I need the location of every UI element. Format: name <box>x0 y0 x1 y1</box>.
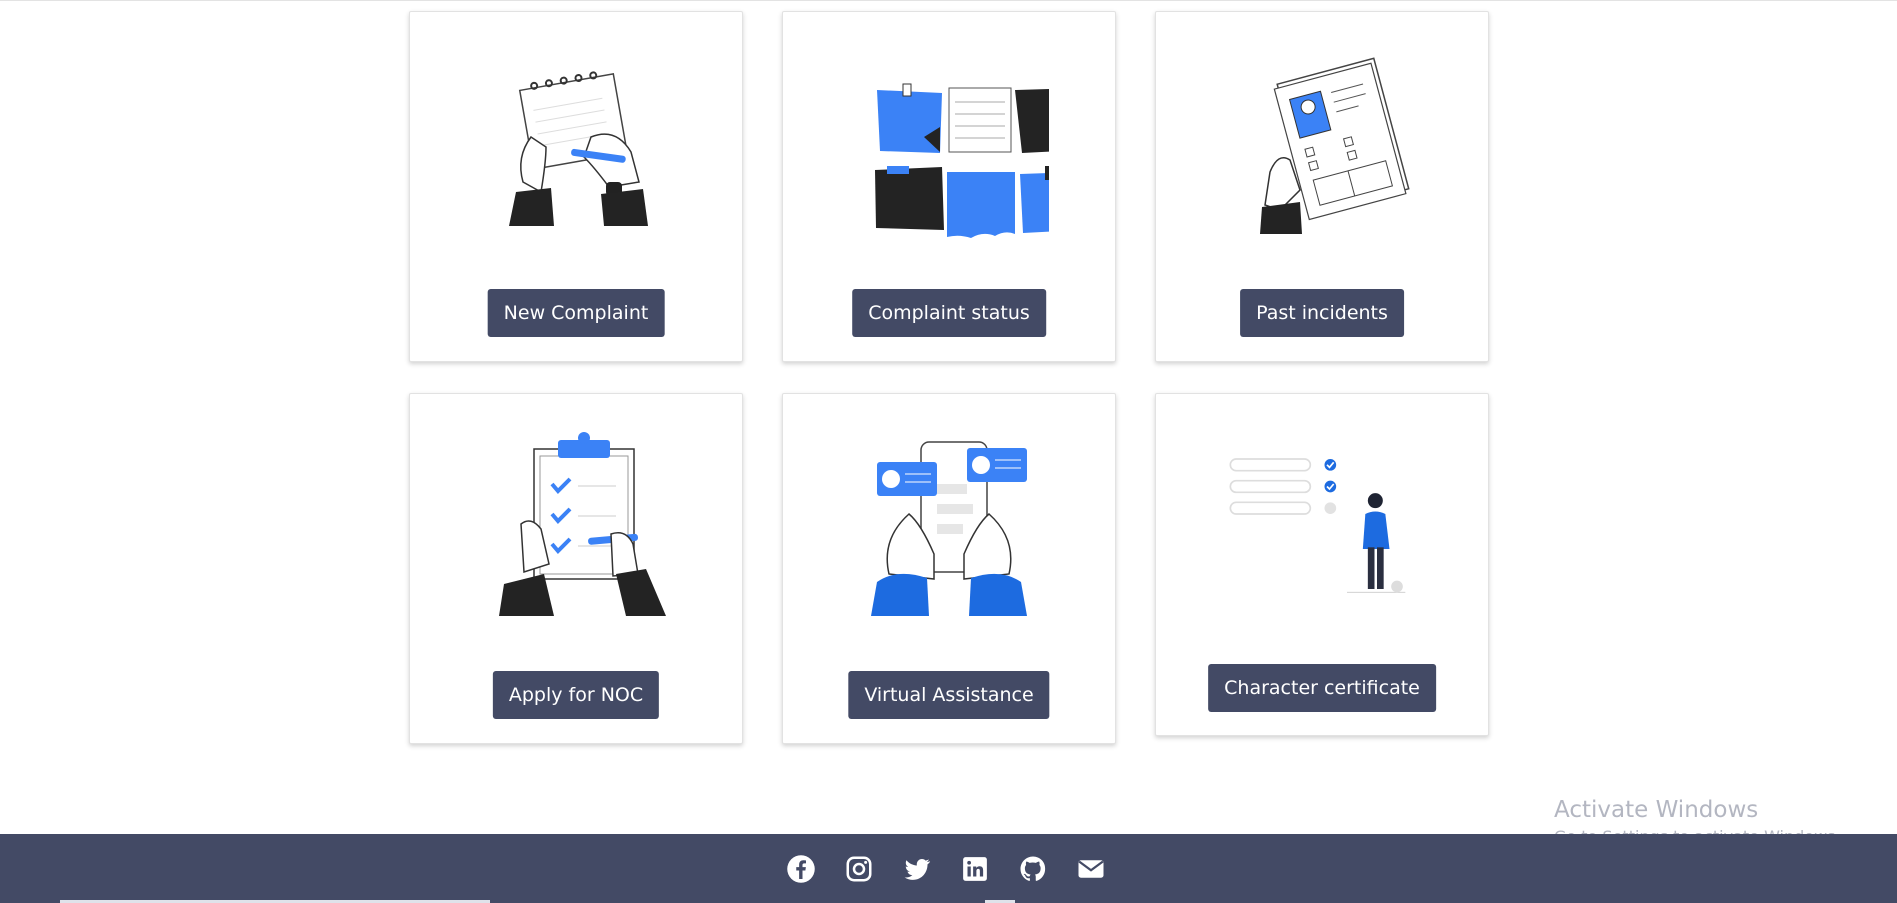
email-icon[interactable] <box>1074 852 1108 886</box>
watermark-title: Activate Windows <box>1554 797 1759 823</box>
top-divider <box>0 0 1897 1</box>
virtual-assistance-button[interactable]: Virtual Assistance <box>848 671 1050 719</box>
card-past-incidents: Past incidents <box>1155 11 1489 362</box>
card-new-complaint: New Complaint <box>409 11 743 362</box>
phone-chat-icon <box>783 424 1115 624</box>
card-apply-noc: Apply for NOC <box>409 393 743 744</box>
complaint-status-button[interactable]: Complaint status <box>852 289 1046 337</box>
facebook-icon[interactable] <box>784 852 818 886</box>
document-resume-icon <box>1156 42 1488 242</box>
notepad-writing-icon <box>410 42 742 242</box>
linkedin-icon[interactable] <box>958 852 992 886</box>
card-complaint-status: Complaint status <box>782 11 1116 362</box>
past-incidents-button[interactable]: Past incidents <box>1240 289 1404 337</box>
twitter-icon[interactable] <box>900 852 934 886</box>
instagram-icon[interactable] <box>842 852 876 886</box>
footer-social-links <box>784 852 1108 886</box>
card-character-certificate: Character certificate <box>1155 393 1489 736</box>
checklist-person-icon <box>1156 424 1488 624</box>
github-icon[interactable] <box>1016 852 1050 886</box>
character-certificate-button[interactable]: Character certificate <box>1208 664 1436 712</box>
clipboard-checklist-icon <box>410 424 742 624</box>
sticky-notes-icon <box>783 42 1115 242</box>
apply-noc-button[interactable]: Apply for NOC <box>492 671 660 719</box>
new-complaint-button[interactable]: New Complaint <box>487 289 665 337</box>
card-virtual-assistance: Virtual Assistance <box>782 393 1116 744</box>
